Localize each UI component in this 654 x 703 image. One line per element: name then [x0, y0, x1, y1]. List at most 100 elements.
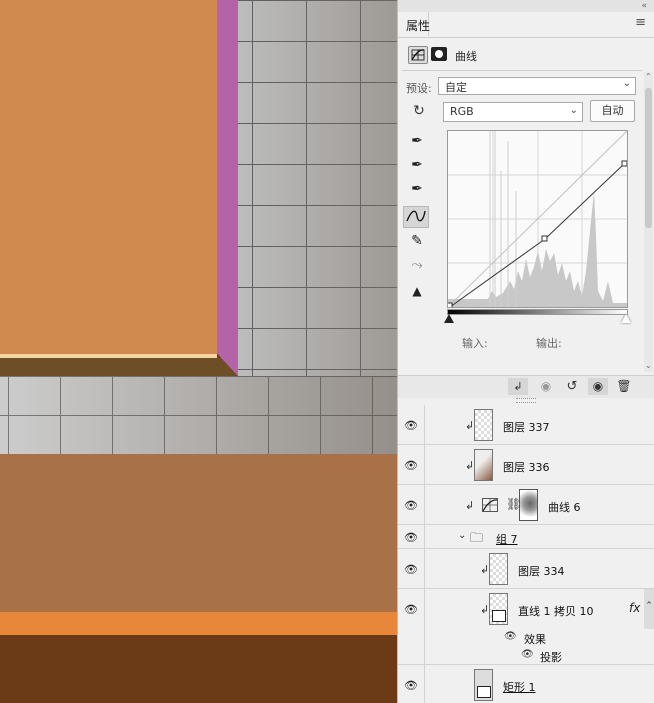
floor	[0, 635, 397, 703]
curves-adjustment-icon	[482, 498, 498, 512]
fx-badge[interactable]: fx	[629, 601, 640, 615]
panel-resize-handle[interactable]	[516, 398, 536, 403]
properties-tab-label: 属性	[406, 19, 431, 33]
shape-layer-thumbnail	[489, 593, 508, 625]
layer-name[interactable]: 曲线 6	[548, 499, 581, 515]
clip-to-layer-button[interactable]: ↲	[508, 378, 528, 395]
layer-thumbnail	[489, 553, 508, 585]
eye-icon[interactable]: 👁	[403, 459, 419, 472]
eye-column-divider	[424, 525, 425, 548]
collapse-icon[interactable]: «	[641, 1, 646, 11]
curves-graph-svg	[446, 130, 628, 309]
adjust-separator	[402, 70, 642, 71]
clip-arrow-icon: ↲	[480, 563, 490, 576]
layer-name[interactable]: 图层 336	[503, 459, 550, 475]
effect-eye-icon[interactable]: 👁	[504, 631, 517, 642]
curve-point-white[interactable]	[621, 160, 628, 167]
brick-wall-lower	[0, 376, 397, 454]
shape-icon	[477, 686, 491, 698]
chevron-down-icon[interactable]: ⌄	[458, 530, 466, 541]
shelf-shadow	[0, 358, 238, 376]
adjustment-name: 曲线	[455, 50, 477, 63]
mask-icon-circle	[435, 50, 443, 58]
eye-column-divider	[424, 665, 425, 703]
mask-icon[interactable]	[431, 47, 447, 61]
chevron-down-icon: ⌄	[569, 105, 578, 116]
curve-point-tool-icon[interactable]	[403, 206, 429, 228]
eye-icon[interactable]: 👁	[403, 419, 419, 432]
channel-value: RGB	[450, 105, 474, 118]
eyedropper-black-icon[interactable]: ✒	[405, 131, 429, 151]
output-label: 输出:	[536, 337, 562, 350]
eyedropper-white-icon[interactable]: ✒	[405, 179, 429, 199]
eye-icon[interactable]: 👁	[403, 563, 419, 576]
white-point-slider[interactable]	[621, 314, 631, 323]
eye-column-divider	[424, 589, 425, 664]
right-panel: « 属性 ≡ 曲线 预设: 自定 ⌄ ↻ RGB ⌄ 自动 ✒ ✒ ✒ ✎ ⤳ …	[397, 0, 654, 703]
curves-grid-icon[interactable]	[408, 46, 428, 64]
effects-label: 效果	[524, 633, 546, 646]
group-name[interactable]: 组 7	[496, 531, 518, 547]
layer-row[interactable]: 👁 ↲ ⛓ 曲线 6	[398, 485, 654, 525]
channel-dropdown[interactable]: RGB ⌄	[443, 102, 583, 122]
black-point-slider[interactable]	[444, 314, 454, 323]
curves-glyph	[482, 499, 498, 512]
drop-shadow-label: 投影	[540, 651, 562, 664]
eye-icon[interactable]: 👁	[403, 603, 419, 616]
fx-expand-toggle[interactable]: ⌃	[644, 589, 654, 629]
preset-dropdown[interactable]: 自定 ⌄	[438, 77, 636, 95]
layer-name[interactable]: 直线 1 拷贝 10	[518, 603, 594, 619]
folder-icon: 🗀	[470, 531, 484, 546]
eye-icon[interactable]: 👁	[403, 679, 419, 692]
eye-icon[interactable]: 👁	[403, 499, 419, 512]
input-label: 输入:	[462, 337, 488, 350]
layer-group-row[interactable]: 👁 ⌄ 🗀 组 7	[398, 525, 654, 549]
visibility-icon[interactable]: ◉	[588, 378, 608, 395]
scroll-down-icon[interactable]: ⌄	[645, 361, 652, 370]
poster-highlight	[0, 354, 217, 358]
curves-grid-glyph	[411, 49, 425, 61]
pencil-tool-icon[interactable]: ✎	[405, 231, 429, 251]
auto-button[interactable]: 自动	[590, 100, 635, 122]
document-canvas[interactable]	[0, 0, 397, 703]
layer-name[interactable]: 图层 337	[503, 419, 550, 435]
scroll-thumb[interactable]	[645, 88, 652, 228]
smooth-curve-icon[interactable]: ⤳	[405, 255, 429, 275]
curve-point-black[interactable]	[446, 302, 453, 309]
layer-row[interactable]: 👁 ↲ 直线 1 拷贝 10 fx ⌃ 👁 效果 👁 投影	[398, 589, 654, 665]
brick-wall-upper	[238, 0, 397, 412]
chevron-down-icon: ⌄	[622, 78, 631, 89]
clipping-warning-icon[interactable]: ▲	[405, 281, 429, 301]
eye-icon[interactable]: 👁	[403, 531, 419, 544]
clip-arrow-icon: ↲	[465, 419, 475, 432]
eye-column-divider	[424, 549, 425, 588]
curve-point-mid[interactable]	[541, 235, 548, 242]
brown-wall	[0, 454, 397, 612]
layer-row[interactable]: 👁 矩形 1	[398, 665, 654, 703]
preset-value: 自定	[445, 81, 467, 94]
panel-menu-icon[interactable]: ≡	[635, 15, 646, 30]
layer-row[interactable]: 👁 ↲ 图层 334	[398, 549, 654, 589]
layer-thumbnail	[474, 409, 493, 441]
layer-mask-thumbnail[interactable]	[519, 489, 538, 521]
reset-icon[interactable]: ↺	[562, 378, 582, 395]
drop-shadow-eye-icon[interactable]: 👁	[521, 649, 534, 660]
properties-scrollbar[interactable]: ⌃ ⌄	[644, 72, 653, 372]
eyedropper-gray-icon[interactable]: ✒	[405, 155, 429, 175]
clip-arrow-icon: ↲	[480, 603, 490, 616]
layer-row[interactable]: 👁 ↲ 图层 336	[398, 445, 654, 485]
layer-name[interactable]: 图层 334	[518, 563, 565, 579]
layer-row[interactable]: 👁 ↲ 图层 337	[398, 405, 654, 445]
target-adjust-icon[interactable]: ↻	[408, 102, 430, 120]
purple-edge	[217, 0, 238, 376]
curves-graph[interactable]	[446, 130, 628, 309]
layer-name[interactable]: 矩形 1	[503, 679, 536, 695]
orange-stripe	[0, 612, 397, 635]
tone-gradient-bar	[447, 309, 628, 315]
visibility-preview-icon[interactable]: ◉	[536, 378, 556, 395]
shape-layer-thumbnail	[474, 669, 493, 701]
preset-label: 预设:	[406, 82, 432, 95]
scroll-up-icon[interactable]: ⌃	[645, 72, 652, 81]
trash-icon[interactable]: 🗑	[614, 378, 634, 395]
panel-header-strip	[398, 0, 654, 12]
